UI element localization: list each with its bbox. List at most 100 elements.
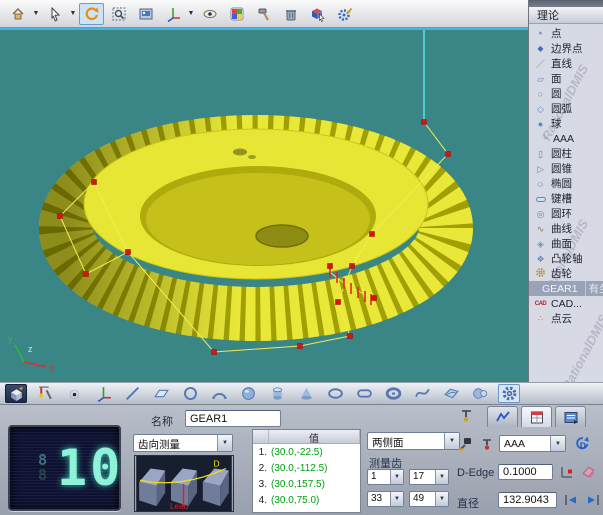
tooth-select-3[interactable]: 33▼ [367, 491, 404, 507]
probe-button[interactable] [34, 384, 56, 403]
tree-item-gear[interactable]: 齿轮 [529, 266, 603, 281]
solid-select-button[interactable] [305, 3, 330, 25]
tree-item-boundary-point[interactable]: ◆边界点 [529, 41, 603, 56]
arc-button[interactable] [208, 384, 230, 403]
tree-item-sphere[interactable]: ●球 [529, 116, 603, 131]
value-row[interactable]: 2.(30.0,-112.5) [253, 460, 360, 476]
cam-icon [472, 385, 489, 402]
ellipse-button[interactable] [324, 384, 346, 403]
chevron-down-icon[interactable]: ▼ [390, 470, 403, 484]
tree-item-surface[interactable]: ◈曲面 [529, 236, 603, 251]
tree-item-aaa[interactable]: └AAA [529, 131, 603, 146]
probe-config-button[interactable] [478, 435, 496, 453]
surface-button[interactable] [440, 384, 462, 403]
chevron-down-icon[interactable]: ▼ [435, 470, 448, 484]
circle-button[interactable] [179, 384, 201, 403]
tree-item-torus[interactable]: ◎圆环 [529, 206, 603, 221]
gear-measure-button[interactable] [498, 384, 520, 403]
csys-button[interactable] [92, 384, 114, 403]
d-edge-input[interactable] [498, 464, 553, 480]
name-label: 名称 [151, 413, 173, 429]
probe-direction-out-button[interactable] [562, 491, 580, 509]
tools-button[interactable] [251, 3, 276, 25]
capture-view-button[interactable] [133, 3, 158, 25]
name-input[interactable] [185, 410, 281, 427]
tree-item-slot[interactable]: 键槽 [529, 191, 603, 206]
tree-item-pointcloud[interactable]: ∴点云 [529, 311, 603, 326]
tree-column-header[interactable]: 理论 [529, 7, 603, 24]
sphere-button[interactable] [237, 384, 259, 403]
measure-values-list[interactable]: 值 1.(30.0,-22.5) 2.(30.0,-112.5) 3.(30.0… [252, 429, 361, 513]
probe-quick-button[interactable] [458, 407, 476, 425]
tooth-select-2[interactable]: 17▼ [409, 469, 449, 485]
chevron-down-icon[interactable]: ▼ [550, 436, 565, 451]
tab-report[interactable] [521, 406, 552, 427]
cylinder-button[interactable] [266, 384, 288, 403]
tree-item-plane[interactable]: ▱面 [529, 71, 603, 86]
d-edge-label: D-Edge [457, 467, 494, 479]
gear-edit-button[interactable] [332, 3, 357, 25]
value-row[interactable]: 3.(30.0,157.5) [253, 476, 360, 492]
visibility-button[interactable] [197, 3, 222, 25]
refresh-d-button[interactable]: D [573, 434, 591, 452]
chevron-down-icon[interactable]: ▼ [390, 492, 403, 506]
slot-button[interactable] [353, 384, 375, 403]
value-row[interactable]: 1.(30.0,-22.5) [253, 444, 360, 460]
main-toolbar: ▼ ▼ ▼ [0, 0, 528, 28]
tab-graph[interactable] [487, 406, 518, 427]
tree-item-curve[interactable]: ∿曲线 [529, 221, 603, 236]
torus-button[interactable] [382, 384, 404, 403]
color-palette-button[interactable] [224, 3, 249, 25]
cam-button[interactable] [469, 384, 491, 403]
axis-x-label: x [49, 363, 54, 373]
select-dropdown-caret[interactable]: ▼ [69, 10, 77, 17]
select-cursor-button[interactable] [42, 3, 67, 25]
csys-dropdown-caret[interactable]: ▼ [187, 10, 195, 17]
line-button[interactable] [121, 384, 143, 403]
csys-point-button[interactable] [558, 463, 576, 481]
sphere-icon: ● [534, 119, 547, 129]
plane-button[interactable] [150, 384, 172, 403]
cone-button[interactable] [295, 384, 317, 403]
tree-item-line[interactable]: ／直线 [529, 56, 603, 71]
tree-item-arc[interactable]: ◇圆弧 [529, 101, 603, 116]
capture-view-icon [138, 6, 154, 22]
cursor-icon [47, 6, 63, 22]
tree-item-ellipse[interactable]: ○椭圆 [529, 176, 603, 191]
probe-direction-in-button[interactable] [584, 491, 602, 509]
tree-item-point[interactable]: ●点 [529, 26, 603, 41]
zoom-region-button[interactable] [106, 3, 131, 25]
tooth-select-4[interactable]: 49▼ [409, 491, 449, 507]
point-button[interactable] [63, 384, 85, 403]
chevron-down-icon[interactable]: ▼ [217, 435, 232, 451]
tab-form[interactable] [555, 406, 586, 427]
delete-button[interactable] [278, 3, 303, 25]
axis-y-label: y [8, 334, 13, 344]
tree-item-cad[interactable]: CADCAD... [529, 296, 603, 311]
probe-select[interactable]: AAA ▼ [499, 435, 566, 452]
diameter-input[interactable] [498, 492, 557, 508]
tree-item-gear1[interactable]: GEAR1有坐 [529, 281, 603, 296]
view-cube-button[interactable] [5, 384, 27, 403]
tree-item-cylinder[interactable]: ▯圆柱 [529, 146, 603, 161]
tree-item-camshaft[interactable]: ❖凸轮轴 [529, 251, 603, 266]
tree-item-cone[interactable]: ▷圆锥 [529, 161, 603, 176]
curve-button[interactable] [411, 384, 433, 403]
d-direction-label: D [213, 459, 219, 469]
coordinate-system-button[interactable] [160, 3, 185, 25]
value-row[interactable]: 4.(30.0,75.0) [253, 492, 360, 508]
home-dropdown-caret[interactable]: ▼ [32, 10, 40, 17]
home-button[interactable] [5, 3, 30, 25]
tree-item-circle[interactable]: ○圆 [529, 86, 603, 101]
tooth-select-1[interactable]: 1▼ [367, 469, 404, 485]
slot-icon [356, 385, 373, 402]
feature-tree: ●点 ◆边界点 ／直线 ▱面 ○圆 ◇圆弧 ●球 └AAA ▯圆柱 ▷圆锥 ○椭… [529, 24, 603, 326]
chevron-down-icon[interactable]: ▼ [435, 492, 448, 506]
mode-select[interactable]: 齿向测量 ▼ [133, 434, 233, 452]
probe-tools-button[interactable] [457, 435, 475, 453]
flank-select[interactable]: 两侧面 ▼ [367, 432, 460, 450]
eraser-button[interactable] [579, 462, 597, 480]
axis-z-label: z [28, 344, 33, 354]
rotate-view-button[interactable] [79, 3, 104, 25]
viewport-3d[interactable]: x y z [0, 28, 528, 382]
